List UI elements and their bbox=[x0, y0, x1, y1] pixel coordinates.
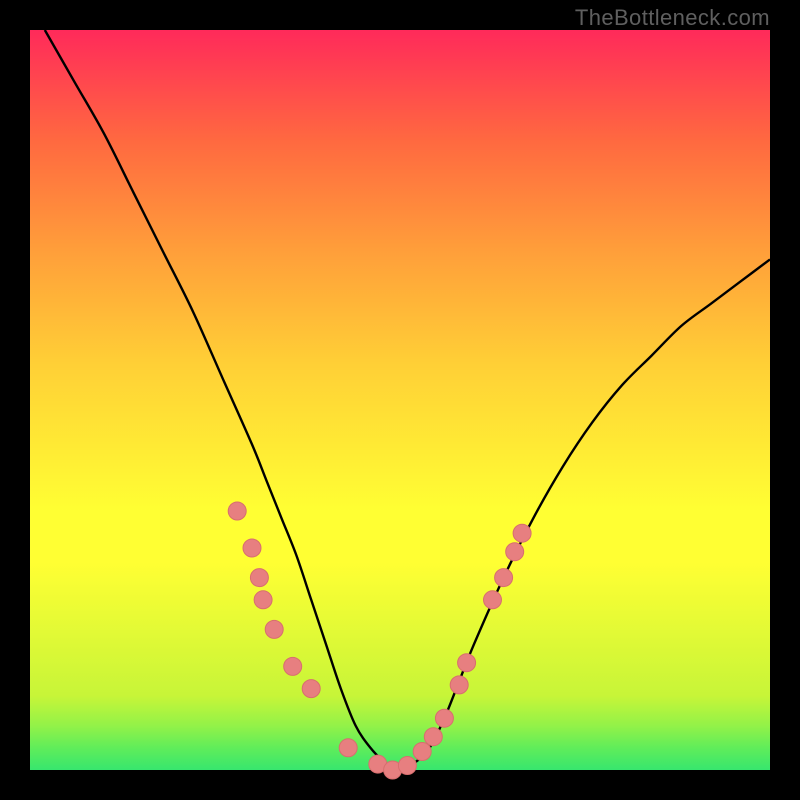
data-dot bbox=[435, 709, 453, 727]
data-dot bbox=[458, 654, 476, 672]
bottleneck-curve bbox=[45, 30, 770, 770]
data-dot bbox=[339, 739, 357, 757]
data-dot bbox=[398, 757, 416, 775]
data-dot bbox=[228, 502, 246, 520]
watermark-text: TheBottleneck.com bbox=[575, 5, 770, 31]
data-dot bbox=[506, 543, 524, 561]
data-dot bbox=[243, 539, 261, 557]
data-dot bbox=[424, 728, 442, 746]
data-dot bbox=[484, 591, 502, 609]
data-dot bbox=[265, 620, 283, 638]
data-dot bbox=[302, 680, 320, 698]
data-dot bbox=[495, 569, 513, 587]
chart-frame: TheBottleneck.com bbox=[0, 0, 800, 800]
data-dots bbox=[228, 502, 531, 779]
data-dot bbox=[250, 569, 268, 587]
curve-svg bbox=[30, 30, 770, 770]
data-dot bbox=[513, 524, 531, 542]
data-dot bbox=[450, 676, 468, 694]
data-dot bbox=[413, 743, 431, 761]
data-dot bbox=[284, 657, 302, 675]
plot-area bbox=[30, 30, 770, 770]
data-dot bbox=[254, 591, 272, 609]
